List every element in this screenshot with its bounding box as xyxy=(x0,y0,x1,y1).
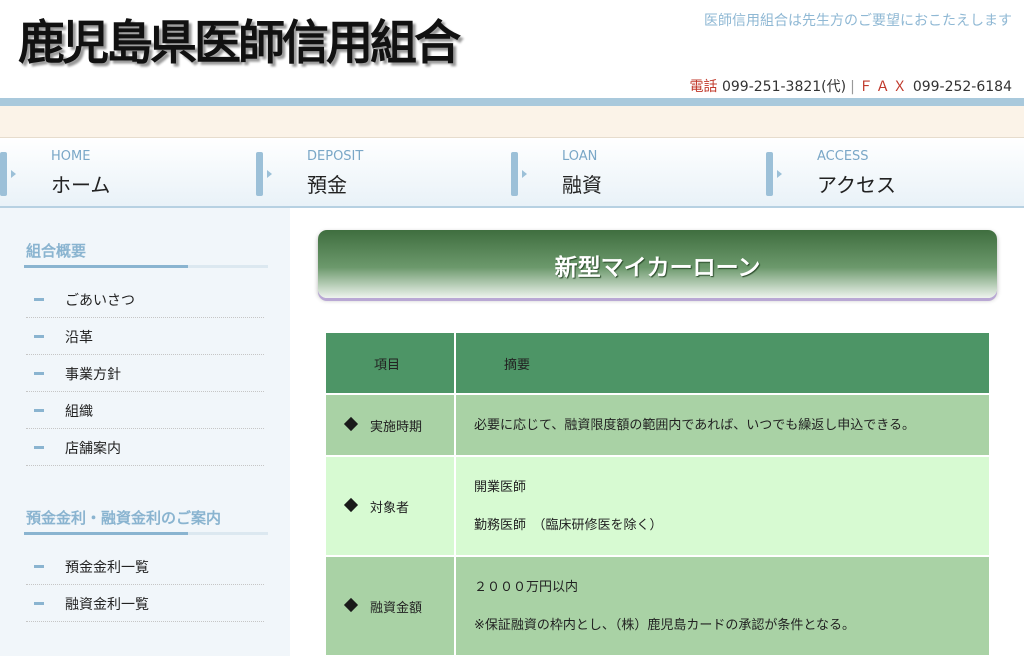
row-text: ２０００万円以内 xyxy=(474,579,579,595)
sidebar-item-label: 預金金利一覧 xyxy=(65,560,149,576)
diamond-bullet-icon xyxy=(343,416,359,432)
fax-label: ＦＡＸ xyxy=(858,79,910,95)
site-tagline: 医師信用組合は先生方のご要望におこたえします xyxy=(704,13,1012,29)
dash-icon xyxy=(34,335,44,338)
phone-label: 電話 xyxy=(689,79,718,95)
table-row-value-cell: ２０００万円以内 ※保証融資の枠内とし、（株）鹿児島カードの承認が条件となる。 xyxy=(454,555,991,656)
sidebar-item-history[interactable]: 沿革 xyxy=(26,318,264,355)
row-text: 開業医師 xyxy=(474,479,527,495)
sidebar-item-policy[interactable]: 事業方針 xyxy=(26,355,264,392)
chevron-right-icon xyxy=(11,170,16,178)
table-row: 融資金額 ２０００万円以内 ※保証融資の枠内とし、（株）鹿児島カードの承認が条件… xyxy=(324,555,991,656)
sidebar-item-deposit-rates[interactable]: 預金金利一覧 xyxy=(26,548,264,585)
phone-number: 099-251-3821(代) xyxy=(721,79,847,95)
dash-icon xyxy=(34,602,44,605)
table-row: 対象者 開業医師 勤務医師 （臨床研修医を除く） xyxy=(324,455,991,557)
nav-home-en: HOME xyxy=(51,149,91,164)
table-header-summary: 摘要 xyxy=(454,331,991,395)
contact-info: 電話 099-251-3821(代) | ＦＡＸ 099-252-6184 xyxy=(690,76,1012,96)
dash-icon xyxy=(34,298,44,301)
fax-number: 099-252-6184 xyxy=(912,79,1012,95)
row-text: ※保証融資の枠内とし、（株）鹿児島カードの承認が条件となる。 xyxy=(474,617,856,633)
table-row: 実施時期 必要に応じて、融資限度額の範囲内であれば、いつでも繰返し申込できる。 xyxy=(324,393,991,457)
page-title-banner: 新型マイカーローン xyxy=(318,230,997,298)
sidebar-item-loan-rates[interactable]: 融資金利一覧 xyxy=(26,585,264,622)
table-row-value-cell: 開業医師 勤務医師 （臨床研修医を除く） xyxy=(454,455,991,557)
row-text: 勤務医師 （臨床研修医を除く） xyxy=(474,517,663,533)
chevron-right-icon xyxy=(777,170,782,178)
row-label: 融資金額 xyxy=(370,600,423,616)
nav-deposit-en: DEPOSIT xyxy=(307,149,364,164)
row-label: 実施時期 xyxy=(370,419,423,435)
nav-access[interactable]: ACCESS アクセス xyxy=(766,138,1022,208)
page-title: 新型マイカーローン xyxy=(554,255,761,281)
site-header: 鹿児島県医師信用組合 医師信用組合は先生方のご要望におこたえします 電話 099… xyxy=(0,0,1024,98)
nav-loan-en: LOAN xyxy=(562,149,598,164)
table-row-value-cell: 必要に応じて、融資限度額の範囲内であれば、いつでも繰返し申込できる。 xyxy=(454,393,991,457)
nav-loan[interactable]: LOAN 融資 xyxy=(511,138,767,208)
table-row-label-cell: 対象者 xyxy=(324,455,456,557)
nav-access-label: アクセス xyxy=(817,173,896,197)
nav-access-en: ACCESS xyxy=(817,149,869,164)
nav-deposit[interactable]: DEPOSIT 預金 xyxy=(256,138,512,208)
sidebar-item-label: ごあいさつ xyxy=(65,293,135,309)
sidebar-item-label: 融資金利一覧 xyxy=(65,597,149,613)
nav-divider xyxy=(766,152,773,196)
table-row-label-cell: 実施時期 xyxy=(324,393,456,457)
nav-loan-label: 融資 xyxy=(562,173,602,197)
nav-divider xyxy=(256,152,263,196)
table-header-item: 項目 xyxy=(324,331,456,395)
row-text: 必要に応じて、融資限度額の範囲内であれば、いつでも繰返し申込できる。 xyxy=(474,417,915,433)
nav-divider xyxy=(0,152,7,196)
contact-divider: | xyxy=(850,79,855,95)
site-logo[interactable]: 鹿児島県医師信用組合 xyxy=(18,4,461,73)
sidebar: 組合概要 ごあいさつ 沿革 事業方針 組織 店舗案内 預金金利・融資金利のご案内… xyxy=(0,208,290,656)
global-nav: HOME ホーム DEPOSIT 預金 LOAN 融資 ACCESS アクセス xyxy=(0,138,1024,208)
sidebar-heading-rates: 預金金利・融資金利のご案内 xyxy=(26,509,222,527)
nav-home-label: ホーム xyxy=(51,173,111,197)
dash-icon xyxy=(34,409,44,412)
sidebar-item-label: 事業方針 xyxy=(65,367,121,383)
header-band xyxy=(0,106,1024,138)
sidebar-item-greeting[interactable]: ごあいさつ xyxy=(26,281,264,318)
nav-deposit-label: 預金 xyxy=(307,173,347,197)
sidebar-item-organization[interactable]: 組織 xyxy=(26,392,264,429)
sidebar-heading-underline xyxy=(24,265,268,268)
chevron-right-icon xyxy=(267,170,272,178)
row-label: 対象者 xyxy=(370,500,410,516)
sidebar-item-label: 店舗案内 xyxy=(65,441,121,457)
sidebar-item-label: 沿革 xyxy=(65,330,93,346)
loan-info-table: 項目 摘要 実施時期 必要に応じて、融資限度額の範囲内であれば、いつでも繰返し申… xyxy=(324,331,991,656)
header-divider xyxy=(0,98,1024,106)
sidebar-item-branches[interactable]: 店舗案内 xyxy=(26,429,264,466)
chevron-right-icon xyxy=(522,170,527,178)
table-header-row: 項目 摘要 xyxy=(324,331,991,395)
dash-icon xyxy=(34,372,44,375)
diamond-bullet-icon xyxy=(343,497,359,513)
dash-icon xyxy=(34,565,44,568)
nav-divider xyxy=(511,152,518,196)
nav-home[interactable]: HOME ホーム xyxy=(0,138,256,208)
sidebar-heading-about: 組合概要 xyxy=(26,242,87,260)
dash-icon xyxy=(34,446,44,449)
diamond-bullet-icon xyxy=(343,597,359,613)
sidebar-heading-underline xyxy=(24,532,268,535)
table-row-label-cell: 融資金額 xyxy=(324,555,456,656)
sidebar-item-label: 組織 xyxy=(65,404,93,420)
